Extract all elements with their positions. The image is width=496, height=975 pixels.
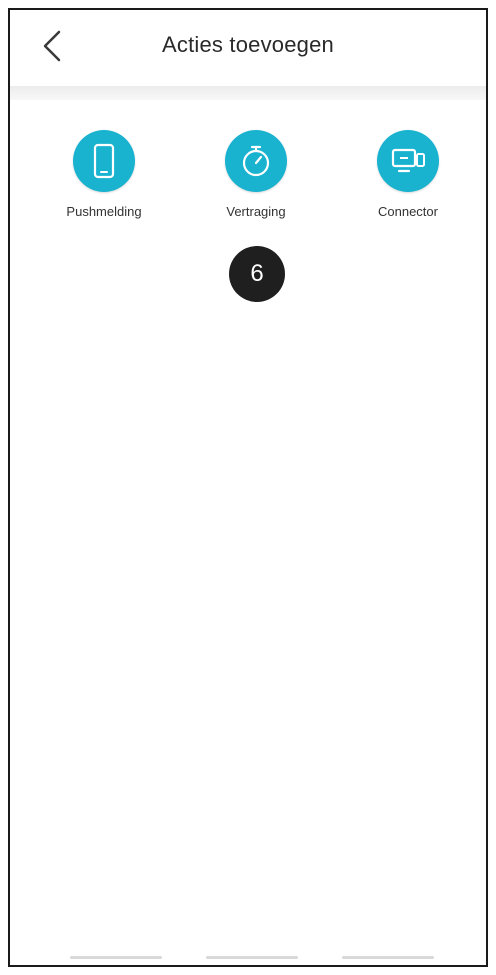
phone-icon — [93, 143, 115, 179]
app-screen: Acties toevoegen Pushmelding Vertraging … — [8, 8, 488, 967]
action-connector-label: Connector — [378, 204, 438, 219]
action-pushmelding-circle — [73, 130, 135, 192]
page-title: Acties toevoegen — [162, 32, 334, 57]
action-pushmelding[interactable]: Pushmelding — [44, 130, 164, 219]
tab-indicator — [206, 956, 298, 959]
header-divider — [10, 86, 486, 100]
action-vertraging-label: Vertraging — [226, 204, 286, 219]
step-badge: 6 — [229, 246, 285, 302]
tab-indicator — [70, 956, 162, 959]
stopwatch-icon — [242, 145, 270, 177]
connector-icon — [391, 148, 425, 173]
bottom-tab-indicators — [10, 953, 486, 959]
tab-indicator — [342, 956, 434, 959]
action-vertraging[interactable]: Vertraging — [196, 130, 316, 219]
actions-row: Pushmelding Vertraging Connector — [10, 130, 486, 240]
action-vertraging-circle — [225, 130, 287, 192]
action-connector-circle — [377, 130, 439, 192]
header: Acties toevoegen — [10, 10, 486, 86]
action-pushmelding-label: Pushmelding — [66, 204, 142, 219]
action-connector[interactable]: Connector — [348, 130, 468, 219]
